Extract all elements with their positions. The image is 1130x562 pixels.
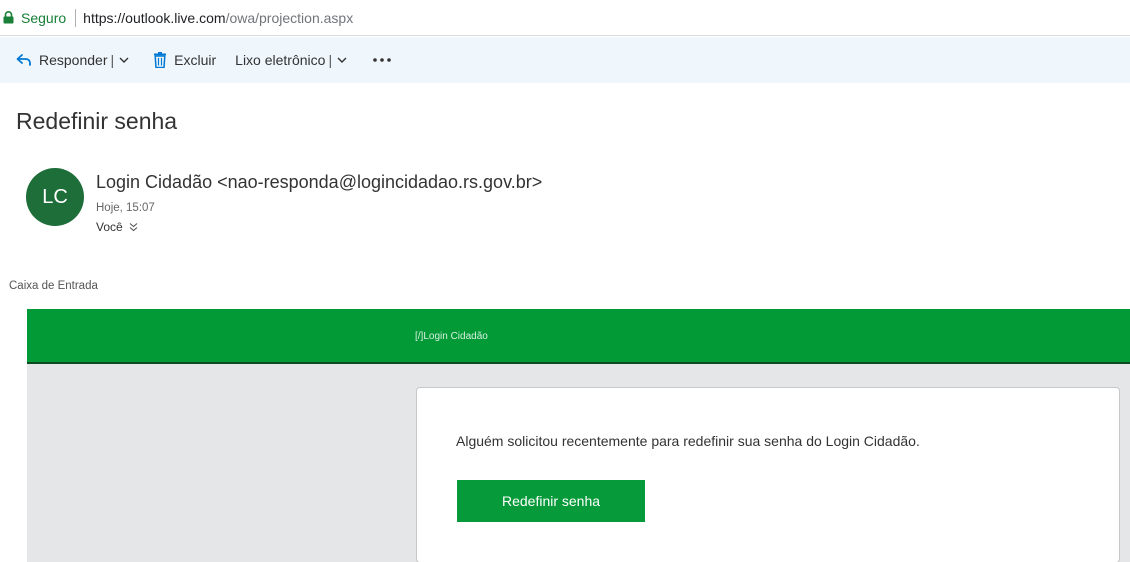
double-chevron-down-icon[interactable] — [129, 222, 138, 232]
url-host: https://outlook.live.com — [83, 9, 226, 26]
sender-name[interactable]: Login Cidadão <nao-responda@logincidadao… — [96, 172, 542, 193]
junk-label: Lixo eletrônico — [235, 52, 326, 68]
reply-separator: | — [110, 52, 115, 68]
command-toolbar: Responder | Excluir Lixo eletrônico | — [0, 37, 1130, 83]
junk-button[interactable]: Lixo eletrônico | — [235, 45, 347, 75]
chevron-down-icon[interactable] — [119, 57, 129, 64]
reply-icon — [16, 53, 32, 67]
more-icon[interactable] — [369, 45, 395, 75]
secure-label[interactable]: Seguro — [21, 10, 66, 26]
address-separator — [75, 8, 77, 27]
outlook-page: Seguro https://outlook.live.com/owa/proj… — [0, 0, 1130, 562]
trash-icon — [153, 52, 167, 68]
sent-time: Hoje, 15:07 — [96, 202, 155, 214]
card-message: Alguém solicitou recentemente para redef… — [456, 433, 920, 449]
message-subject: Redefinir senha — [16, 108, 178, 134]
reply-button[interactable]: Responder | — [16, 45, 129, 75]
brand-header: [/]Login Cidadão — [27, 309, 1130, 364]
recipient-toggle[interactable]: Você — [96, 220, 138, 234]
message-card: Alguém solicitou recentemente para redef… — [416, 387, 1120, 562]
url-text[interactable]: https://outlook.live.com/owa/projection.… — [83, 10, 353, 26]
chevron-down-icon[interactable] — [337, 57, 347, 64]
brand-logo-text: [/]Login Cidadão — [415, 331, 488, 342]
address-bar[interactable]: Seguro https://outlook.live.com/owa/proj… — [0, 0, 1130, 36]
folder-label[interactable]: Caixa de Entrada — [9, 280, 98, 292]
avatar[interactable]: LC — [26, 168, 84, 226]
recipient-label: Você — [96, 220, 123, 234]
reply-label: Responder — [39, 52, 108, 68]
url-path: /owa/projection.aspx — [225, 9, 354, 26]
reset-password-button[interactable]: Redefinir senha — [457, 480, 645, 522]
junk-separator: | — [328, 52, 333, 68]
lock-icon — [3, 11, 15, 25]
email-body: [/]Login Cidadão Alguém solicitou recent… — [27, 309, 1130, 562]
delete-button[interactable]: Excluir — [153, 45, 216, 75]
delete-label: Excluir — [174, 52, 217, 68]
